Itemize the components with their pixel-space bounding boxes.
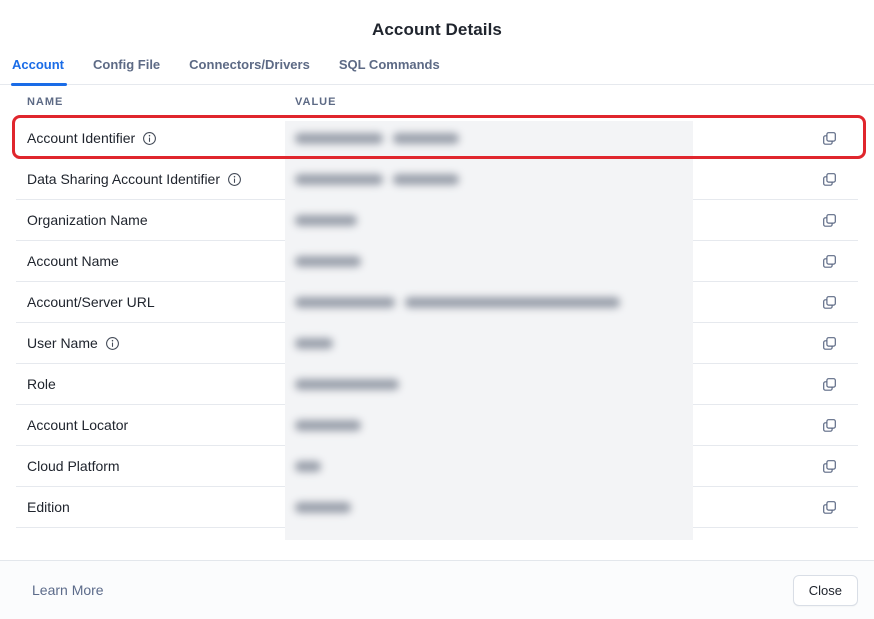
copy-icon [822, 172, 837, 187]
row-label: Data Sharing Account Identifier [27, 171, 220, 187]
table-body: Account Identifier Data Sharing Account … [16, 118, 858, 528]
row-label: User Name [27, 335, 98, 351]
tab-config-file[interactable]: Config File [92, 53, 161, 84]
row-label: Account Locator [27, 417, 128, 433]
redacted-value-blob [295, 256, 361, 267]
table-row: Organization Name [16, 200, 858, 241]
copy-button[interactable] [818, 127, 840, 149]
redacted-value-blob [295, 379, 399, 390]
row-value-redacted [295, 297, 818, 308]
table-row: Account Locator [16, 405, 858, 446]
row-label: Account/Server URL [27, 294, 155, 310]
row-label: Role [27, 376, 56, 392]
row-label: Account Name [27, 253, 119, 269]
copy-icon [822, 131, 837, 146]
account-details-dialog: Account Details Account Config File Connec… [0, 0, 874, 619]
table-row: User Name [16, 323, 858, 364]
table-row: Edition [16, 487, 858, 528]
row-value-redacted [295, 379, 818, 390]
info-icon[interactable] [227, 172, 242, 187]
table-row: Account/Server URL [16, 282, 858, 323]
redacted-value-blob [405, 297, 620, 308]
copy-button[interactable] [818, 455, 840, 477]
row-value-redacted [295, 338, 818, 349]
copy-icon [822, 459, 837, 474]
redacted-value-blob [295, 461, 321, 472]
row-label: Organization Name [27, 212, 148, 228]
row-label: Account Identifier [27, 130, 135, 146]
copy-button[interactable] [818, 291, 840, 313]
copy-button[interactable] [818, 168, 840, 190]
copy-icon [822, 336, 837, 351]
tab-connectors-drivers[interactable]: Connectors/Drivers [188, 53, 311, 84]
redacted-value-blob [295, 297, 395, 308]
row-value-redacted [295, 174, 818, 185]
info-icon[interactable] [105, 336, 120, 351]
row-value-redacted [295, 461, 818, 472]
info-icon[interactable] [142, 131, 157, 146]
copy-icon [822, 418, 837, 433]
redacted-value-blob [295, 174, 383, 185]
copy-button[interactable] [818, 414, 840, 436]
table-row: Cloud Platform [16, 446, 858, 487]
copy-button[interactable] [818, 496, 840, 518]
copy-icon [822, 500, 837, 515]
row-value-redacted [295, 215, 818, 226]
column-header-value: VALUE [295, 96, 336, 108]
copy-button[interactable] [818, 332, 840, 354]
redacted-value-blob [393, 133, 459, 144]
redacted-value-blob [295, 502, 351, 513]
learn-more-link[interactable]: Learn More [32, 582, 104, 598]
row-label: Edition [27, 499, 70, 515]
redacted-value-blob [295, 338, 333, 349]
close-button[interactable]: Close [793, 575, 858, 606]
redacted-value-blob [295, 215, 357, 226]
copy-button[interactable] [818, 250, 840, 272]
tab-sql-commands[interactable]: SQL Commands [338, 53, 441, 84]
copy-icon [822, 213, 837, 228]
copy-icon [822, 377, 837, 392]
row-value-redacted [295, 420, 818, 431]
copy-button[interactable] [818, 373, 840, 395]
table-row: Account Name [16, 241, 858, 282]
tab-bar: Account Config File Connectors/Drivers SQL … [0, 53, 874, 85]
account-details-table: NAME VALUE Account Identifier [16, 85, 858, 528]
page-title: Account Details [0, 0, 874, 40]
redacted-value-blob [393, 174, 459, 185]
table-row: Data Sharing Account Identifier [16, 159, 858, 200]
row-value-redacted [295, 502, 818, 513]
copy-icon [822, 295, 837, 310]
copy-icon [822, 254, 837, 269]
row-value-redacted [295, 256, 818, 267]
copy-button[interactable] [818, 209, 840, 231]
tab-account[interactable]: Account [11, 53, 65, 84]
table-row: Role [16, 364, 858, 405]
redacted-value-blob [295, 133, 383, 144]
redacted-value-blob [295, 420, 361, 431]
column-header-name: NAME [16, 96, 295, 108]
dialog-footer: Learn More Close [0, 560, 874, 619]
table-header: NAME VALUE [16, 85, 858, 118]
row-label: Cloud Platform [27, 458, 120, 474]
table-row: Account Identifier [16, 118, 858, 159]
row-value-redacted [295, 133, 818, 144]
